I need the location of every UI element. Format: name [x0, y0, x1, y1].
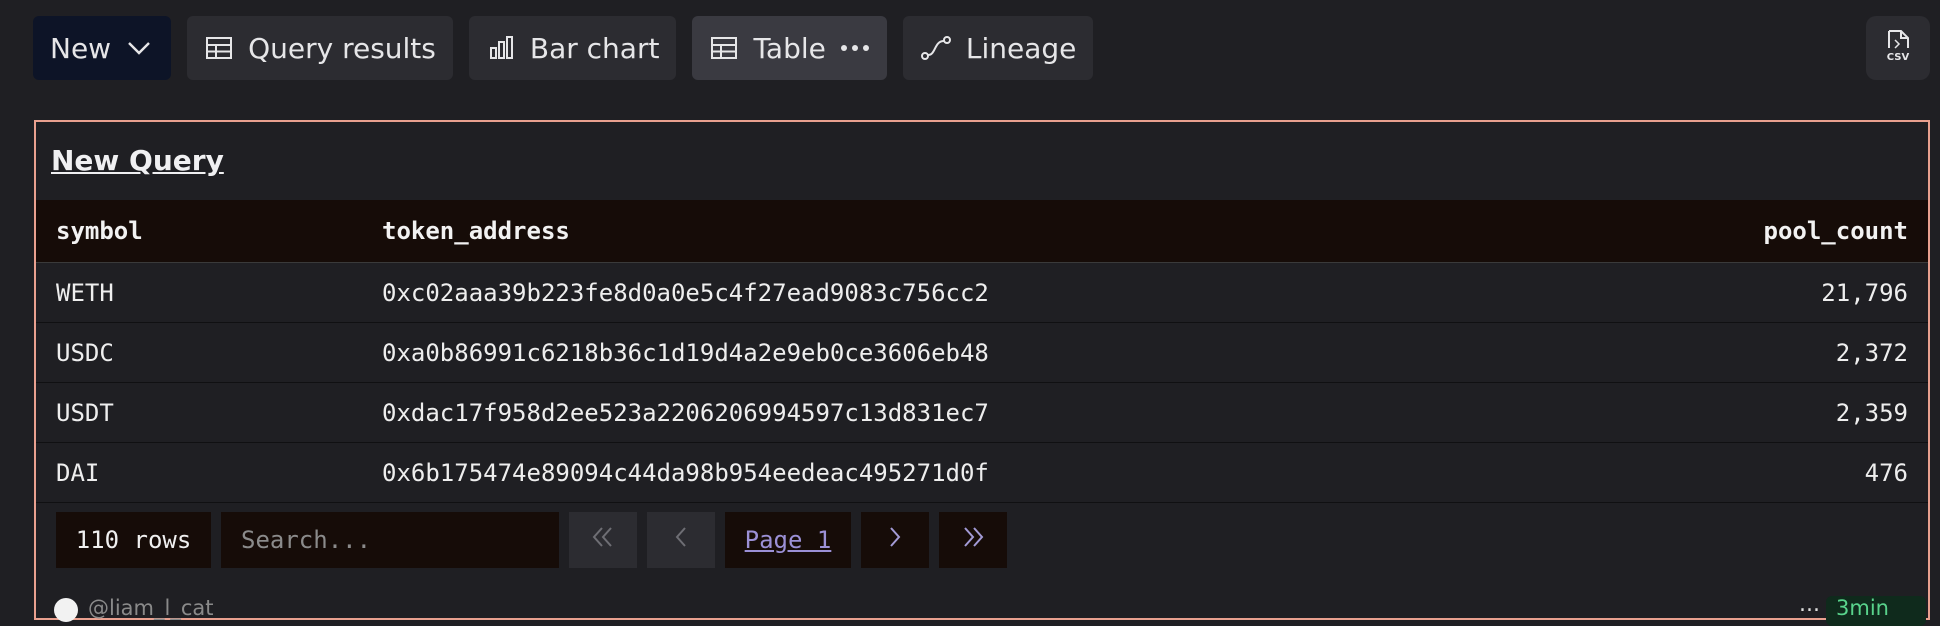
new-button[interactable]: New [33, 16, 172, 80]
double-chevron-right-icon [960, 524, 986, 556]
run-time-badge: 3min [1826, 596, 1926, 626]
previous-page-button[interactable] [647, 512, 715, 568]
table-row: DAI 0x6b175474e89094c44da98b954eedeac495… [36, 442, 1928, 503]
toolbar: New Query results Bar chart Table Lineag… [33, 16, 1094, 80]
column-header-token-address[interactable]: token_address [381, 200, 1383, 263]
last-page-button[interactable] [939, 512, 1007, 568]
table-icon [204, 33, 234, 63]
tab-query-results[interactable]: Query results [187, 16, 453, 80]
cell-token-address: 0xc02aaa39b223fe8d0a0e5c4f27ead9083c756c… [381, 262, 1383, 323]
table-row: USDT 0xdac17f958d2ee523a2206206994597c13… [36, 382, 1928, 443]
table-row: USDC 0xa0b86991c6218b36c1d19d4a2e9eb0ce3… [36, 322, 1928, 383]
pagination-bar: 110 rows Search... Page 1 [56, 512, 1007, 568]
table-header-row: symbol token_address pool_count [36, 200, 1928, 263]
cell-symbol: USDC [36, 322, 381, 383]
search-input[interactable]: Search... [221, 512, 559, 568]
footer-more-options[interactable]: ... [1799, 592, 1820, 617]
tab-label: Lineage [965, 31, 1077, 65]
double-chevron-left-icon [590, 524, 616, 556]
chevron-right-icon [882, 524, 908, 556]
tab-label: Table [753, 31, 826, 65]
cell-pool-count: 2,372 [1383, 322, 1928, 383]
cell-symbol: USDT [36, 382, 381, 443]
lineage-icon [920, 33, 952, 63]
csv-file-icon: CSV [1880, 28, 1916, 68]
cell-pool-count: 21,796 [1383, 262, 1928, 323]
table-icon [709, 33, 739, 63]
chevron-down-icon [125, 34, 153, 62]
cell-pool-count: 476 [1383, 442, 1928, 503]
cell-token-address: 0xdac17f958d2ee523a2206206994597c13d831e… [381, 382, 1383, 443]
cell-pool-count: 2,359 [1383, 382, 1928, 443]
cell-symbol: WETH [36, 262, 381, 323]
cell-symbol: DAI [36, 442, 381, 503]
cell-token-address: 0xa0b86991c6218b36c1d19d4a2e9eb0ce3606eb… [381, 322, 1383, 383]
column-header-symbol[interactable]: symbol [36, 200, 381, 263]
query-panel: New Query symbol token_address pool_coun… [34, 120, 1930, 626]
avatar[interactable] [54, 598, 78, 622]
csv-label: CSV [1887, 52, 1910, 63]
chevron-left-icon [668, 524, 694, 556]
query-title[interactable]: New Query [51, 144, 224, 177]
table-row: WETH 0xc02aaa39b223fe8d0a0e5c4f27ead9083… [36, 262, 1928, 323]
tab-lineage[interactable]: Lineage [902, 16, 1094, 80]
tab-table[interactable]: Table [692, 16, 887, 80]
next-page-button[interactable] [861, 512, 929, 568]
row-count: 110 rows [56, 512, 211, 568]
new-button-label: New [50, 31, 112, 65]
bar-chart-icon [486, 33, 516, 63]
more-options-icon[interactable] [840, 43, 870, 53]
tab-label: Query results [248, 31, 436, 65]
first-page-button[interactable] [569, 512, 637, 568]
column-header-pool-count[interactable]: pool_count [1383, 200, 1928, 263]
download-csv-button[interactable]: CSV [1866, 16, 1930, 80]
cell-token-address: 0x6b175474e89094c44da98b954eedeac495271d… [381, 442, 1383, 503]
results-table: symbol token_address pool_count WETH 0xc… [36, 200, 1928, 503]
panel-footer: @liam_l_cat ... 3min [54, 592, 1926, 626]
tab-label: Bar chart [529, 31, 660, 65]
current-page[interactable]: Page 1 [725, 512, 851, 568]
tab-bar-chart[interactable]: Bar chart [468, 16, 677, 80]
author-username[interactable]: @liam_l_cat [88, 596, 213, 620]
